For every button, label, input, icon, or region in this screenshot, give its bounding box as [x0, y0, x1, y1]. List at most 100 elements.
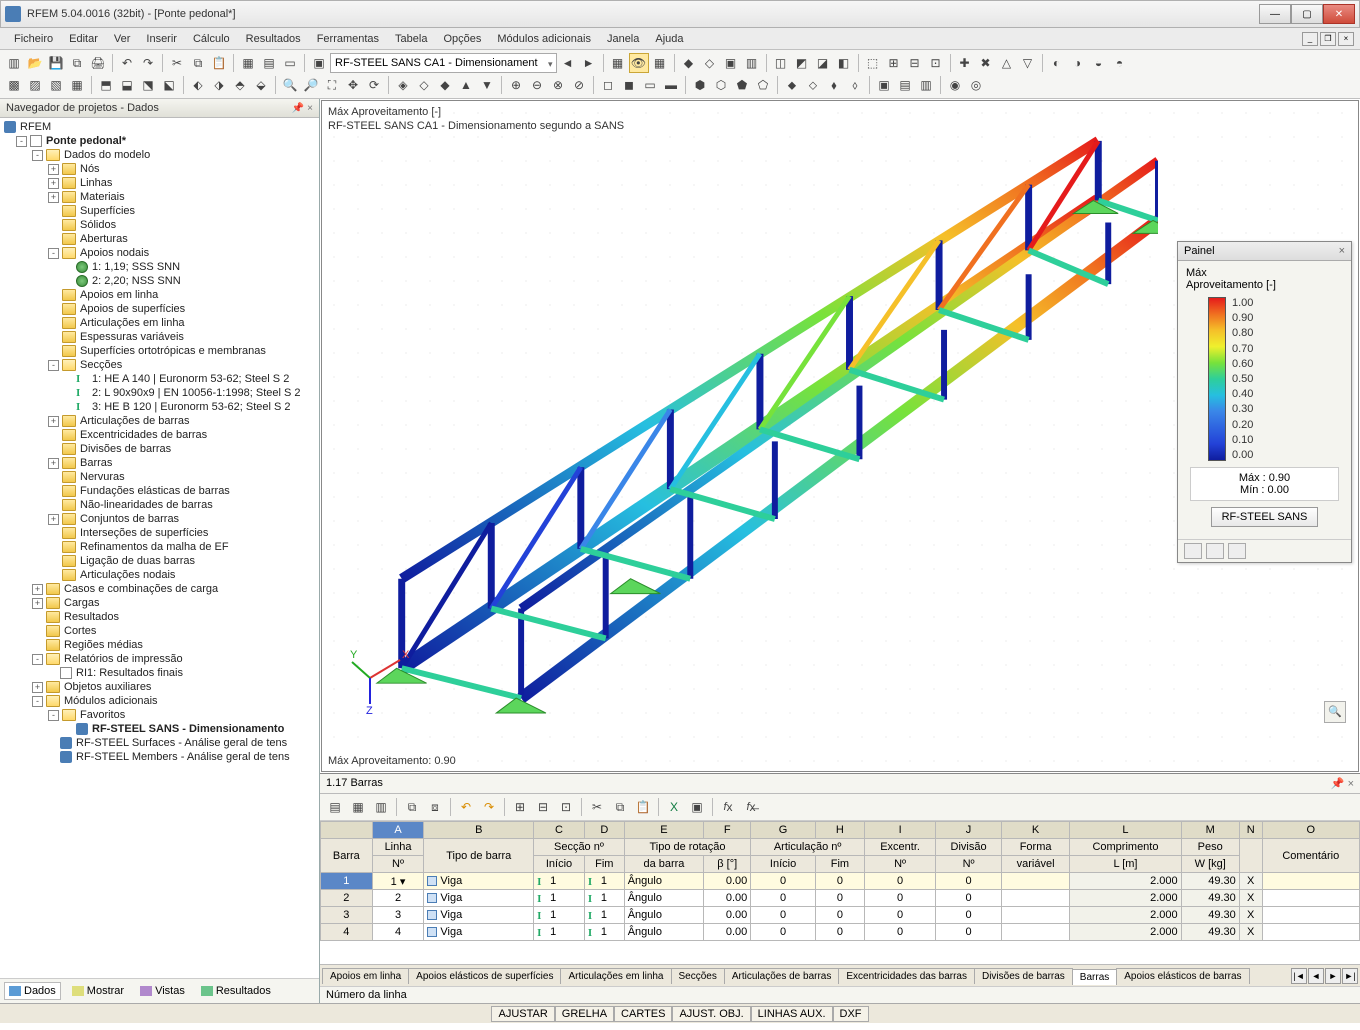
k1-icon[interactable]: ⊕: [506, 75, 526, 95]
tree-item[interactable]: RF-STEEL Members - Análise geral de tens: [76, 751, 290, 763]
tab-vistas[interactable]: Vistas: [135, 982, 190, 1000]
status-segment[interactable]: CARTES: [614, 1006, 672, 1022]
e2-icon[interactable]: ✖: [976, 53, 996, 73]
p1-icon[interactable]: ◉: [945, 75, 965, 95]
toggle-icon[interactable]: -: [32, 150, 43, 161]
tree-item[interactable]: Cargas: [64, 597, 99, 609]
n2-icon[interactable]: ⬦: [803, 75, 823, 95]
prev-case-icon[interactable]: ◄: [558, 53, 578, 73]
col-wkg[interactable]: W [kg]: [1181, 856, 1239, 873]
tt-excel-icon[interactable]: X: [663, 796, 685, 818]
tree-item[interactable]: Não-linearidades de barras: [80, 499, 213, 511]
minimize-button[interactable]: —: [1259, 4, 1291, 24]
m4-icon[interactable]: ⬠: [753, 75, 773, 95]
tree-item[interactable]: Espessuras variáveis: [80, 331, 184, 343]
tree-item[interactable]: Secções: [80, 359, 122, 371]
save-all-icon[interactable]: ⧉: [67, 53, 87, 73]
col-letter[interactable]: C: [534, 822, 585, 839]
tab-resultados[interactable]: Resultados: [196, 982, 276, 1000]
table-tab[interactable]: Barras: [1072, 969, 1117, 985]
b2-icon[interactable]: ◇: [700, 53, 720, 73]
tree-item[interactable]: 3: HE B 120 | Euronorm 53-62; Steel S 2: [92, 401, 291, 413]
tab-prev-icon[interactable]: ◄: [1308, 968, 1324, 984]
tree-item[interactable]: 1: HE A 140 | Euronorm 53-62; Steel S 2: [92, 373, 289, 385]
undo-icon[interactable]: ↶: [117, 53, 137, 73]
tt1-icon[interactable]: ▤: [324, 796, 346, 818]
tt-fx2-icon[interactable]: fx̶: [740, 796, 762, 818]
col-comp[interactable]: Comprimento: [1070, 839, 1181, 856]
next-case-icon[interactable]: ►: [579, 53, 599, 73]
menu-ajuda[interactable]: Ajuda: [647, 31, 691, 47]
col-inicio[interactable]: Início: [534, 856, 585, 873]
tree-item[interactable]: Materiais: [80, 191, 125, 203]
j2-icon[interactable]: ◇: [414, 75, 434, 95]
tree-item[interactable]: Módulos adicionais: [64, 695, 158, 707]
col-letter[interactable]: I: [864, 822, 935, 839]
status-segment[interactable]: GRELHA: [555, 1006, 614, 1022]
menu-resultados[interactable]: Resultados: [238, 31, 309, 47]
toggle-icon[interactable]: +: [32, 598, 43, 609]
table-pin-icon[interactable]: 📌 ×: [1331, 777, 1354, 790]
tree-item[interactable]: Superfícies: [80, 205, 135, 217]
cut-icon[interactable]: ✂: [167, 53, 187, 73]
tree-item[interactable]: Ligação de duas barras: [80, 555, 195, 567]
col-exc-no[interactable]: Nº: [864, 856, 935, 873]
grid-icon[interactable]: ▤: [259, 53, 279, 73]
i4-icon[interactable]: ⬙: [251, 75, 271, 95]
tree-item[interactable]: Regiões médias: [64, 639, 143, 651]
g4-icon[interactable]: ▦: [67, 75, 87, 95]
j4-icon[interactable]: ▲: [456, 75, 476, 95]
mdi-minimize-button[interactable]: _: [1302, 32, 1318, 46]
col-fim[interactable]: Fim: [584, 856, 624, 873]
col-letter[interactable]: K: [1001, 822, 1069, 839]
tree-item[interactable]: 2: L 90x90x9 | EN 10056-1:1998; Steel S …: [92, 387, 301, 399]
col-letter[interactable]: N: [1239, 822, 1262, 839]
col-letter[interactable]: A: [372, 822, 424, 839]
j3-icon[interactable]: ◆: [435, 75, 455, 95]
p2-icon[interactable]: ◎: [966, 75, 986, 95]
table-tab[interactable]: Articulações de barras: [724, 968, 840, 984]
legend-close-icon[interactable]: ×: [1339, 245, 1345, 257]
toggle-icon[interactable]: -: [48, 360, 59, 371]
tt11-icon[interactable]: 📋: [632, 796, 654, 818]
i3-icon[interactable]: ⬘: [230, 75, 250, 95]
tt3-icon[interactable]: ▥: [370, 796, 392, 818]
tt2-icon[interactable]: ▦: [347, 796, 369, 818]
tree-item[interactable]: Resultados: [64, 611, 119, 623]
n4-icon[interactable]: ⬨: [845, 75, 865, 95]
col-letter[interactable]: J: [936, 822, 1002, 839]
o1-icon[interactable]: ▣: [874, 75, 894, 95]
toggle-icon[interactable]: -: [48, 248, 59, 259]
tab-first-icon[interactable]: |◄: [1291, 968, 1307, 984]
panel-icon[interactable]: ▭: [280, 53, 300, 73]
legend-tool-1[interactable]: [1184, 543, 1202, 559]
toggle-icon[interactable]: +: [48, 192, 59, 203]
model-viewport[interactable]: Máx Aproveitamento [-] RF-STEEL SANS CA1…: [321, 100, 1359, 772]
col-artic-f[interactable]: Fim: [815, 856, 864, 873]
col-letter[interactable]: O: [1262, 822, 1359, 839]
tree-item[interactable]: Conjuntos de barras: [80, 513, 179, 525]
zoom-out-icon[interactable]: 🔎: [301, 75, 321, 95]
redo-icon[interactable]: ↷: [138, 53, 158, 73]
table-tab[interactable]: Apoios elásticos de barras: [1116, 968, 1249, 984]
tree-item[interactable]: Refinamentos da malha de EF: [80, 541, 229, 553]
tab-next-icon[interactable]: ►: [1325, 968, 1341, 984]
legend-tool-3[interactable]: [1228, 543, 1246, 559]
i2-icon[interactable]: ⬗: [209, 75, 229, 95]
close-button[interactable]: ✕: [1323, 4, 1355, 24]
tt9-icon[interactable]: ✂: [586, 796, 608, 818]
tree-item[interactable]: Articulações em linha: [80, 317, 185, 329]
m3-icon[interactable]: ⬟: [732, 75, 752, 95]
table-tab[interactable]: Apoios elásticos de superfícies: [408, 968, 561, 984]
maximize-button[interactable]: ▢: [1291, 4, 1323, 24]
tt-redo-icon[interactable]: ↷: [478, 796, 500, 818]
tree-item[interactable]: 2: 2,20; NSS SNN: [92, 275, 181, 287]
c3-icon[interactable]: ◪: [813, 53, 833, 73]
toggle-icon[interactable]: +: [48, 178, 59, 189]
col-seccao[interactable]: Secção nº: [534, 839, 625, 856]
tree-item[interactable]: Articulações nodais: [80, 569, 175, 581]
l3-icon[interactable]: ▭: [640, 75, 660, 95]
f3-icon[interactable]: ◒: [1089, 53, 1109, 73]
table-row[interactable]: 11 ▾VigaI1I1Ângulo0.0000002.00049.30X: [321, 873, 1360, 890]
tree-item[interactable]: Sólidos: [80, 219, 116, 231]
